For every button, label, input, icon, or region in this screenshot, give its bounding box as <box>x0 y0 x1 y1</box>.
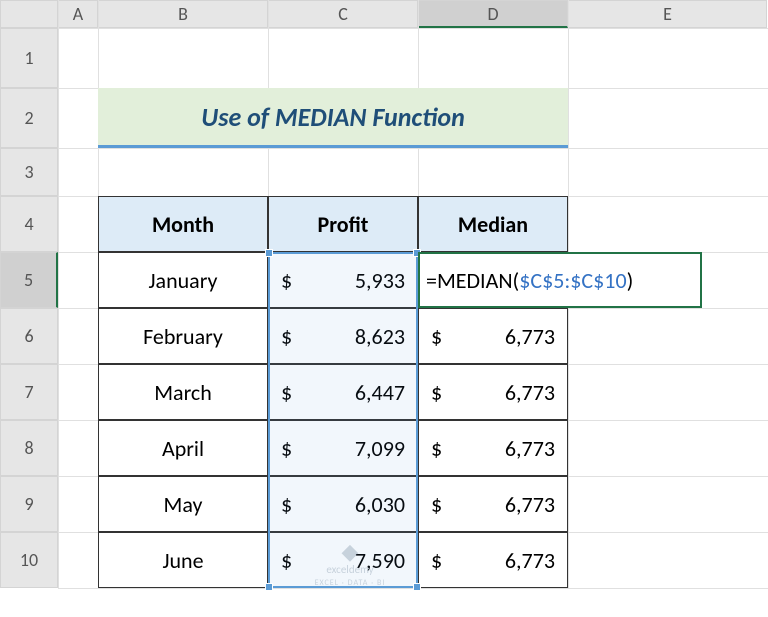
median-value: 6,773 <box>505 435 555 462</box>
table-header-median[interactable]: Median <box>418 196 568 252</box>
cell-median[interactable]: $6,773 <box>418 308 568 364</box>
currency-label: $ <box>431 491 442 518</box>
currency-label: $ <box>281 435 292 462</box>
currency-label: $ <box>281 267 292 294</box>
currency-label: $ <box>281 379 292 406</box>
formula-edit-cell[interactable]: =MEDIAN($C$5:$C$10) <box>418 252 702 308</box>
row-header-6[interactable]: 6 <box>0 308 58 364</box>
median-value: 6,773 <box>505 323 555 350</box>
cell-median[interactable]: $6,773 <box>418 532 568 588</box>
formula-paren-close: ) <box>627 267 634 294</box>
formula-eq: = <box>426 267 437 294</box>
row-header-9[interactable]: 9 <box>0 476 58 532</box>
currency-label: $ <box>281 323 292 350</box>
cell-median[interactable]: $6,773 <box>418 364 568 420</box>
row-header-8[interactable]: 8 <box>0 420 58 476</box>
median-value: 6,773 <box>505 491 555 518</box>
select-all-corner[interactable] <box>0 0 58 28</box>
cell-profit[interactable]: $6,447 <box>268 364 418 420</box>
cell-median[interactable]: $6,773 <box>418 420 568 476</box>
cell-profit[interactable]: $7,590 <box>268 532 418 588</box>
formula-fn: MEDIAN <box>437 267 513 294</box>
row-header-1[interactable]: 1 <box>0 28 58 88</box>
formula-paren-open: ( <box>513 267 520 294</box>
profit-value: 7,590 <box>355 547 405 574</box>
cell-month[interactable]: February <box>98 308 268 364</box>
formula-ref: $C$5:$C$10 <box>519 267 626 294</box>
cell-month[interactable]: May <box>98 476 268 532</box>
profit-value: 5,933 <box>355 267 405 294</box>
profit-value: 8,623 <box>355 323 405 350</box>
row-header-4[interactable]: 4 <box>0 196 58 252</box>
cell-month[interactable]: March <box>98 364 268 420</box>
cell-profit[interactable]: $5,933 <box>268 252 418 308</box>
cell-median[interactable]: $6,773 <box>418 476 568 532</box>
title-cell[interactable]: Use of MEDIAN Function <box>98 88 568 148</box>
profit-value: 7,099 <box>355 435 405 462</box>
row-header-3[interactable]: 3 <box>0 148 58 196</box>
row-header-10[interactable]: 10 <box>0 532 58 588</box>
currency-label: $ <box>281 547 292 574</box>
row-header-5[interactable]: 5 <box>0 252 58 308</box>
currency-label: $ <box>431 379 442 406</box>
currency-label: $ <box>431 547 442 574</box>
median-value: 6,773 <box>505 547 555 574</box>
currency-label: $ <box>431 435 442 462</box>
profit-value: 6,447 <box>355 379 405 406</box>
col-header-E[interactable]: E <box>568 0 767 28</box>
col-header-A[interactable]: A <box>58 0 98 28</box>
cell-profit[interactable]: $7,099 <box>268 420 418 476</box>
cell-profit[interactable]: $6,030 <box>268 476 418 532</box>
cell-profit[interactable]: $8,623 <box>268 308 418 364</box>
currency-label: $ <box>281 491 292 518</box>
table-header-profit[interactable]: Profit <box>268 196 418 252</box>
table-header-month[interactable]: Month <box>98 196 268 252</box>
median-value: 6,773 <box>505 379 555 406</box>
profit-value: 6,030 <box>355 491 405 518</box>
cell-month[interactable]: April <box>98 420 268 476</box>
col-header-B[interactable]: B <box>98 0 268 28</box>
col-header-D[interactable]: D <box>418 0 568 28</box>
cell-month[interactable]: June <box>98 532 268 588</box>
currency-label: $ <box>431 323 442 350</box>
row-header-7[interactable]: 7 <box>0 364 58 420</box>
row-header-2[interactable]: 2 <box>0 88 58 148</box>
cell-month[interactable]: January <box>98 252 268 308</box>
col-header-C[interactable]: C <box>268 0 418 28</box>
